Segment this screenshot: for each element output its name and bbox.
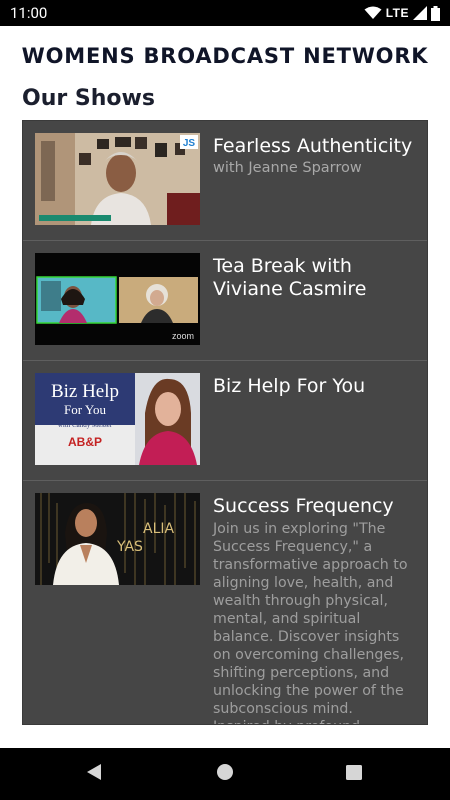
thumb-badge: JS [183,138,196,149]
shows-list[interactable]: JS Fearless Authenticity with Jeanne Spa… [22,120,428,725]
status-time: 11:00 [10,4,48,22]
show-info: Tea Break with Viviane Casmire [213,255,413,301]
show-thumbnail[interactable]: ALIA YAS [35,493,200,585]
thumb-line1: Biz Help [51,381,119,402]
network-type: LTE [385,6,409,20]
show-thumbnail[interactable]: Biz Help For You with Candy Messer AB&P [35,373,200,465]
show-info: Fearless Authenticity with Jeanne Sparro… [213,135,413,176]
show-card-biz-help[interactable]: Biz Help For You with Candy Messer AB&P … [23,361,427,481]
battery-icon [431,5,440,21]
show-title: Tea Break with Viviane Casmire [213,255,367,300]
wifi-icon [364,6,382,19]
back-icon[interactable] [85,762,103,782]
show-info: Success Frequency Join us in exploring "… [213,495,413,724]
recents-icon[interactable] [346,762,362,782]
show-title: Success Frequency [213,495,394,517]
home-icon[interactable] [216,762,234,782]
thumb-text-2: YAS [116,539,143,555]
section-title: Our Shows [22,86,155,111]
thumb-line2: For You [64,402,106,417]
nav-bar [0,748,450,800]
show-thumbnail[interactable]: zoom [35,253,200,345]
status-icons: LTE [364,5,440,21]
thumb-line3: with Candy Messer [58,421,113,429]
thumb-text-1: ALIA [143,521,175,537]
show-card-success-frequency[interactable]: ALIA YAS Success Frequency Join us in ex… [23,481,427,724]
show-card-tea-break[interactable]: zoom Tea Break with Viviane Casmire [23,241,427,361]
app-title: WOMENS BROADCAST NETWORK [21,44,429,68]
status-bar: 11:00 LTE [0,0,450,26]
signal-icon [413,6,427,20]
show-title: Biz Help For You [213,375,366,397]
thumb-logo: AB&P [68,435,102,449]
thumb-zoom-label: zoom [172,331,194,341]
show-description: Join us in exploring "The Success Freque… [213,521,408,724]
show-title: Fearless Authenticity [213,135,413,157]
show-card-fearless-authenticity[interactable]: JS Fearless Authenticity with Jeanne Spa… [23,121,427,241]
show-info: Biz Help For You [213,375,413,398]
show-thumbnail[interactable]: JS [35,133,200,225]
show-subtitle: with Jeanne Sparrow [213,160,362,176]
